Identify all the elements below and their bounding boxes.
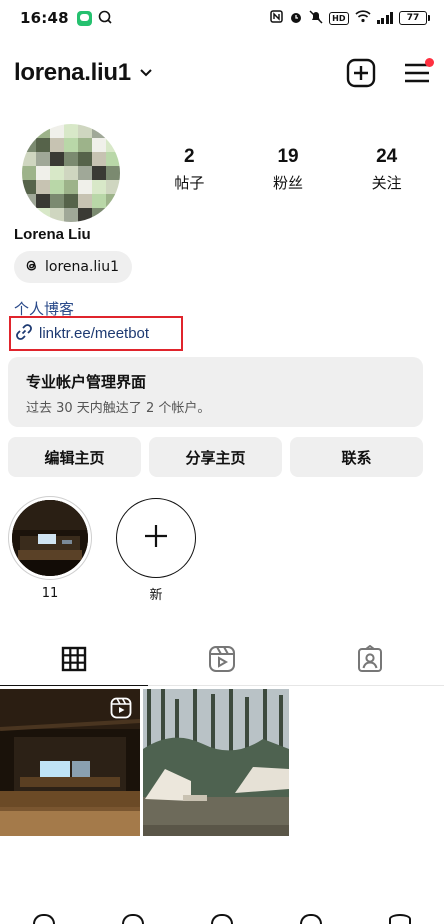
plus-icon: [143, 523, 169, 553]
professional-dashboard[interactable]: 专业帐户管理界面 过去 30 天内触达了 2 个帐户。: [8, 357, 423, 427]
avatar[interactable]: [22, 124, 120, 222]
new-highlight-button[interactable]: 新: [114, 496, 198, 603]
stat-following[interactable]: 24 关注: [337, 146, 436, 193]
create-post-button[interactable]: [346, 58, 376, 88]
new-highlight-label: 新: [149, 588, 163, 603]
story-highlights: 11 新: [0, 496, 444, 616]
profile-stats: 2 帖子 19 粉丝 24 关注: [140, 146, 436, 193]
content-tabs: [0, 636, 444, 686]
highlight-label: 11: [41, 586, 59, 601]
reel-indicator-icon: [110, 697, 132, 723]
nav-reels-icon[interactable]: [209, 908, 235, 924]
profile-actions: 编辑主页 分享主页 联系: [8, 437, 423, 477]
nfc-icon: [270, 10, 283, 26]
threads-handle: lorena.liu1: [45, 259, 119, 275]
notification-dot: [425, 58, 434, 67]
grid-icon: [61, 646, 87, 676]
tagged-icon: [356, 644, 384, 677]
highlight-item[interactable]: 11: [8, 496, 92, 601]
alarm-icon: [289, 10, 303, 27]
nav-search-icon[interactable]: [120, 908, 146, 924]
stat-followers[interactable]: 19 粉丝: [239, 146, 338, 193]
status-bar: 16:48 HD 77: [0, 0, 444, 36]
bio-link[interactable]: linktr.ee/meetbot: [9, 316, 183, 351]
profile-summary: 2 帖子 19 粉丝 24 关注: [0, 124, 444, 224]
edit-profile-button[interactable]: 编辑主页: [8, 437, 141, 477]
highlight-cover: [12, 500, 88, 576]
hd-badge: HD: [329, 11, 349, 25]
profile-header: lorena.liu1: [0, 52, 444, 94]
threads-badge[interactable]: lorena.liu1: [14, 251, 132, 283]
contact-button[interactable]: 联系: [290, 437, 423, 477]
tab-posts[interactable]: [0, 636, 148, 686]
wechat-icon: [76, 10, 92, 26]
post-thumbnail-photo[interactable]: [143, 689, 289, 836]
threads-icon: [24, 258, 39, 277]
status-time: 16:48: [20, 9, 69, 27]
link-text: linktr.ee/meetbot: [39, 325, 150, 342]
nav-shop-icon[interactable]: [298, 908, 324, 924]
link-icon: [14, 322, 34, 346]
reels-icon: [208, 645, 236, 677]
tab-reels[interactable]: [148, 636, 296, 685]
bottom-nav: [0, 908, 444, 924]
display-name: Lorena Liu: [14, 226, 91, 243]
nav-profile-icon[interactable]: [387, 908, 413, 924]
tab-tagged[interactable]: [296, 636, 444, 685]
share-profile-button[interactable]: 分享主页: [149, 437, 282, 477]
menu-button[interactable]: [404, 58, 434, 85]
messenger-icon: [98, 10, 112, 27]
signal-icon: [376, 12, 393, 24]
stat-posts[interactable]: 2 帖子: [140, 146, 239, 193]
mute-icon: [309, 9, 323, 27]
wifi-icon: [354, 10, 371, 26]
username-switcher[interactable]: lorena.liu1: [14, 59, 131, 87]
nav-home-icon[interactable]: [31, 908, 57, 924]
chevron-down-icon[interactable]: [139, 68, 153, 78]
dashboard-title: 专业帐户管理界面: [26, 373, 147, 391]
post-grid: [0, 689, 444, 836]
battery-icon: 77: [399, 11, 430, 25]
post-thumbnail-reel[interactable]: [0, 689, 140, 836]
dashboard-subtitle: 过去 30 天内触达了 2 个帐户。: [26, 401, 211, 416]
